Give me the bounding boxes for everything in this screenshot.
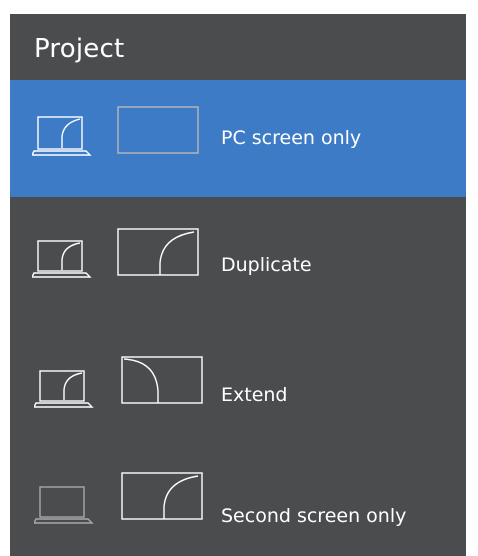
option-pc-screen-only[interactable]: PC screen only xyxy=(10,80,466,197)
project-panel: Project PC screen only Duplicate Extend … xyxy=(10,14,466,556)
option-duplicate[interactable]: Duplicate xyxy=(10,197,466,327)
pc-screen-only-icon xyxy=(32,103,200,161)
extend-icon xyxy=(34,353,206,413)
option-label-duplicate: Duplicate xyxy=(221,254,312,276)
option-label-pc-screen-only: PC screen only xyxy=(221,127,362,149)
second-screen-only-icon xyxy=(34,467,206,529)
option-second-screen-only[interactable]: Second screen only xyxy=(10,449,466,556)
option-label-extend: Extend xyxy=(221,384,288,406)
duplicate-icon xyxy=(32,225,200,285)
option-label-second-screen-only: Second screen only xyxy=(221,505,407,527)
option-extend[interactable]: Extend xyxy=(10,327,466,449)
panel-title: Project xyxy=(34,34,125,64)
panel-header: Project xyxy=(10,14,466,80)
